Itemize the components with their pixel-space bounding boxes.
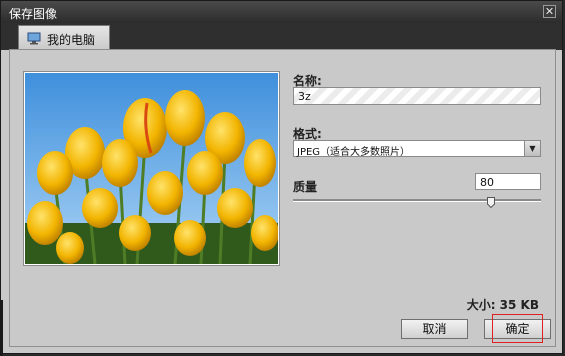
cancel-button[interactable]: 取消: [401, 319, 468, 339]
ok-button-highlight: [492, 314, 543, 343]
format-value: JPEG（适合大多数照片）: [297, 147, 411, 158]
name-input[interactable]: 3z: [293, 87, 541, 105]
quality-slider-thumb[interactable]: [487, 193, 496, 209]
close-button[interactable]: ✕: [543, 5, 556, 18]
quality-value: 80: [480, 176, 494, 189]
image-preview: [23, 71, 280, 266]
chevron-down-icon[interactable]: ▼: [524, 141, 540, 156]
title-bar: 保存图像 ✕: [1, 1, 562, 23]
quality-label: 质量: [293, 180, 318, 194]
content-panel: 名称: 3z 格式: JPEG（适合大多数照片） ▼ 质量 80 大小: 35 …: [9, 49, 556, 347]
tab-label: 我的电脑: [47, 33, 96, 47]
close-icon: ✕: [544, 5, 555, 18]
name-value: 3z: [298, 90, 311, 103]
quality-slider-track[interactable]: [293, 199, 541, 202]
save-image-dialog: 保存图像 ✕ 我的电脑 名称: 3z 格式: JPEG（适合大多数照片） ▼ 质…: [0, 0, 563, 354]
quality-input[interactable]: 80: [475, 173, 541, 190]
computer-icon: [27, 32, 41, 48]
tab-my-computer[interactable]: 我的电脑: [18, 25, 110, 50]
dialog-title: 保存图像: [9, 7, 58, 21]
window-edge: [0, 300, 3, 356]
format-select[interactable]: JPEG（适合大多数照片） ▼: [293, 140, 541, 158]
file-size: 大小: 35 KB: [466, 298, 539, 312]
tab-strip: 我的电脑: [1, 23, 562, 50]
